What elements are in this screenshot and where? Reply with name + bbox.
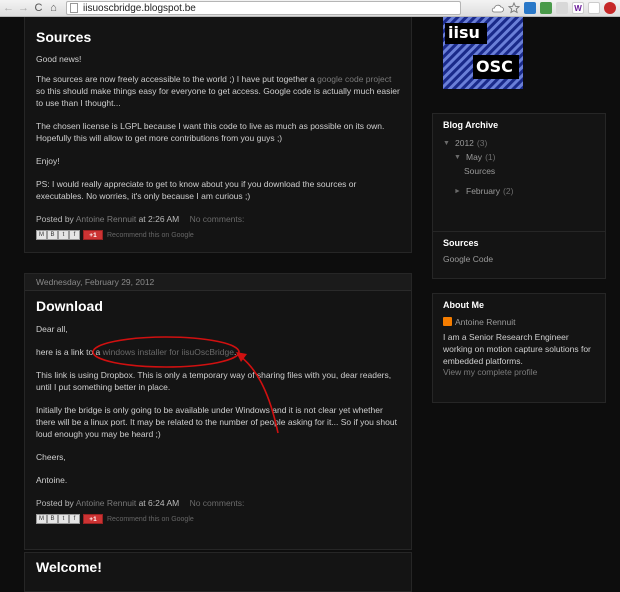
archive-post-sources[interactable]: Sources	[443, 164, 595, 178]
translate-icon[interactable]	[524, 2, 536, 14]
facebook-share-icon[interactable]: f	[69, 514, 80, 524]
twitter-share-icon[interactable]: t	[58, 514, 69, 524]
post-paragraph: PS: I would really appreciate to get to …	[36, 179, 357, 201]
google-code-project-link[interactable]: google code project	[317, 74, 391, 84]
archive-month-february[interactable]: ► February (2)	[443, 184, 595, 198]
post-paragraph: here is a link to a windows installer fo…	[36, 347, 237, 357]
author-link[interactable]: Antoine Rennuit	[76, 498, 137, 508]
blog-logo[interactable]: iisu OSC	[443, 17, 523, 89]
main-column: Sources Good news! The sources are now f…	[24, 17, 412, 592]
logo-text-iisu: iisu	[448, 23, 480, 42]
plus-one-button[interactable]: +1	[83, 230, 103, 240]
star-icon[interactable]	[508, 2, 520, 14]
extension-grey-icon[interactable]	[556, 2, 568, 14]
comments-link[interactable]: No comments:	[190, 498, 245, 508]
w-extension-icon[interactable]: W	[572, 2, 584, 14]
post-paragraph: Enjoy!	[36, 156, 60, 166]
blog-archive-widget: Blog Archive ▼ 2012 (3) ▼ May (1) Sources …	[432, 113, 606, 237]
post-title[interactable]: Download	[36, 291, 400, 314]
share-bar: M B t f +1 Recommend this on Google	[36, 514, 400, 524]
profile-name-link[interactable]: Antoine Rennuit	[455, 317, 516, 327]
post-footer: Posted by Antoine Rennuit at 2:26 AM No …	[36, 214, 245, 224]
back-arrow-icon: ←	[3, 2, 14, 14]
address-text: iisuoscbridge.blogspot.be	[83, 2, 196, 14]
widget-title: Sources	[443, 238, 479, 248]
collapse-triangle-icon[interactable]: ▼	[443, 140, 455, 147]
logo-text-osc: OSC	[476, 57, 513, 76]
share-bar: M B t f +1 Recommend this on Google	[36, 230, 400, 240]
post-sources: Sources Good news! The sources are now f…	[24, 17, 412, 253]
about-bio: I am a Senior Research Engineer working …	[443, 331, 591, 366]
recommend-text: Recommend this on Google	[107, 515, 194, 523]
post-paragraph: This link is using Dropbox. This is only…	[36, 370, 392, 392]
reload-icon: C	[34, 2, 43, 14]
home-icon: ⌂	[50, 2, 57, 14]
page-icon	[70, 3, 78, 13]
post-paragraph: The chosen license is LGPL because I wan…	[36, 121, 385, 143]
expand-triangle-icon[interactable]: ►	[454, 188, 466, 195]
recycle-icon[interactable]	[588, 2, 600, 14]
view-profile-link[interactable]: View my complete profile	[443, 367, 537, 377]
home-button[interactable]: ⌂	[47, 1, 60, 16]
archive-month-may[interactable]: ▼ May (1)	[443, 150, 595, 164]
back-button[interactable]: ←	[2, 1, 15, 16]
post-download: Wednesday, February 29, 2012 Download De…	[24, 273, 412, 550]
post-paragraph: The sources are now freely accessible to…	[36, 74, 400, 108]
extension-icons: W	[491, 2, 616, 14]
date-header: Wednesday, February 29, 2012	[25, 274, 411, 291]
timestamp-link[interactable]: 2:26 AM	[148, 214, 179, 224]
forward-arrow-icon: →	[18, 2, 29, 14]
google-code-link[interactable]: Google Code	[443, 254, 493, 264]
windows-installer-link[interactable]: windows installer for iisuOscBridge	[103, 347, 234, 357]
twitter-share-icon[interactable]: t	[58, 230, 69, 240]
reload-button[interactable]: C	[32, 1, 45, 16]
recommend-text: Recommend this on Google	[107, 231, 194, 239]
search-extension-icon[interactable]	[604, 2, 616, 14]
post-paragraph: Initially the bridge is only going to be…	[36, 405, 397, 439]
post-welcome: Welcome!	[24, 552, 412, 592]
widget-title: About Me	[443, 300, 484, 310]
post-title[interactable]: Welcome!	[36, 553, 400, 575]
blog-share-icon[interactable]: B	[47, 514, 58, 524]
blogger-icon	[443, 317, 452, 327]
author-link[interactable]: Antoine Rennuit	[76, 214, 137, 224]
blog-share-icon[interactable]: B	[47, 230, 58, 240]
post-paragraph: Good news!	[36, 54, 82, 64]
email-share-icon[interactable]: M	[36, 514, 47, 524]
sources-widget: Sources Google Code	[432, 231, 606, 279]
plus-one-button[interactable]: +1	[83, 514, 103, 524]
cloud-icon[interactable]	[491, 3, 504, 13]
post-title[interactable]: Sources	[36, 17, 400, 45]
post-paragraph: Antoine.	[36, 475, 68, 485]
email-share-icon[interactable]: M	[36, 230, 47, 240]
forward-button[interactable]: →	[17, 1, 30, 16]
archive-year-2012[interactable]: ▼ 2012 (3)	[443, 136, 595, 150]
extension-green-icon[interactable]	[540, 2, 552, 14]
comments-link[interactable]: No comments:	[190, 214, 245, 224]
widget-title: Blog Archive	[443, 120, 499, 130]
timestamp-link[interactable]: 6:24 AM	[148, 498, 179, 508]
post-footer: Posted by Antoine Rennuit at 6:24 AM No …	[36, 498, 245, 508]
collapse-triangle-icon[interactable]: ▼	[454, 154, 466, 161]
post-paragraph: Cheers,	[36, 452, 66, 462]
facebook-share-icon[interactable]: f	[69, 230, 80, 240]
post-paragraph: Dear all,	[36, 324, 68, 334]
address-bar[interactable]: iisuoscbridge.blogspot.be	[66, 1, 461, 15]
browser-toolbar: ← → C ⌂ iisuoscbridge.blogspot.be W	[0, 0, 620, 17]
about-me-widget: About Me Antoine Rennuit I am a Senior R…	[432, 293, 606, 403]
